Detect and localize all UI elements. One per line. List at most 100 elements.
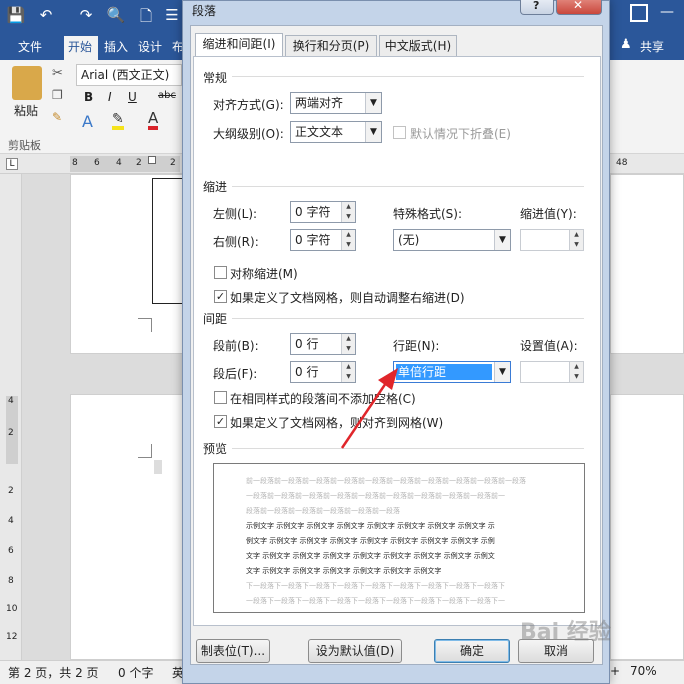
- chevron-down-icon[interactable]: ▼: [365, 93, 381, 113]
- alignment-label: 对齐方式(G):: [213, 98, 284, 112]
- ruler-number: 2: [170, 158, 176, 168]
- outline-level-value: 正文文本: [295, 125, 344, 139]
- preview-sample-line: 例文字 示例文字 示例文字 示例文字 示例文字 示例文字 示例文字 示例文字 示…: [246, 537, 495, 545]
- divider: [232, 318, 584, 319]
- clipboard-group-label: 剪贴板: [8, 139, 41, 152]
- preview-previous-line: 前一段落前一段落前一段落前一段落前一段落前一段落前一段落前一段落前一段落前一段落: [246, 477, 526, 485]
- line-spacing-select[interactable]: 单倍行距 ▼: [393, 361, 511, 383]
- status-words[interactable]: 0 个字: [118, 664, 153, 681]
- font-name-box[interactable]: Arial (西文正文): [76, 64, 182, 86]
- collapse-checkbox[interactable]: [393, 126, 406, 139]
- chevron-down-icon[interactable]: ▼: [365, 122, 381, 142]
- space-before-input[interactable]: 0 行 ▲ ▼: [290, 333, 356, 355]
- space-before-label: 段前(B):: [213, 339, 259, 353]
- tab-insert[interactable]: 插入: [104, 38, 128, 55]
- indent-right-input[interactable]: 0 字符 ▲ ▼: [290, 229, 356, 251]
- zoom-level[interactable]: 70%: [630, 664, 657, 678]
- outline-level-select[interactable]: 正文文本 ▼: [290, 121, 382, 143]
- indent-right-value: 0 字符: [295, 233, 331, 247]
- spacing-at-label: 设置值(A):: [520, 339, 578, 353]
- section-spacing: 间距: [203, 312, 228, 326]
- ruler-margin: [70, 156, 180, 172]
- spin-down-icon[interactable]: ▼: [341, 344, 355, 354]
- preview-next-line: 下一段落下一段落下一段落下一段落下一段落下一段落下一段落下一段落下一段落下: [246, 582, 505, 590]
- underline-button[interactable]: U: [128, 90, 137, 104]
- spin-down-icon[interactable]: ▼: [341, 240, 355, 250]
- cut-icon[interactable]: ✂: [52, 66, 63, 81]
- format-painter-icon[interactable]: ✎: [52, 110, 62, 124]
- print-preview-icon[interactable]: 🔍: [104, 6, 128, 24]
- spin-down-icon[interactable]: ▼: [569, 240, 583, 250]
- strikethrough-button[interactable]: abc: [158, 90, 176, 101]
- highlight-icon[interactable]: ✎: [112, 112, 124, 130]
- tab-design[interactable]: 设计: [138, 38, 162, 55]
- tab-indents-spacing[interactable]: 缩进和间距(I): [195, 33, 283, 57]
- mirror-indents-checkbox[interactable]: [214, 266, 227, 279]
- tab-home[interactable]: 开始: [68, 38, 92, 55]
- tab-asian-typography[interactable]: 中文版式(H): [379, 35, 457, 57]
- ok-button[interactable]: 确定: [434, 639, 510, 663]
- space-before-value: 0 行: [295, 337, 319, 351]
- zoom-plus-icon[interactable]: +: [610, 664, 620, 678]
- spin-up-icon[interactable]: ▲: [569, 362, 583, 372]
- dialog-title: 段落: [192, 4, 217, 18]
- outline-level-label: 大纲级别(O):: [213, 127, 284, 141]
- tabs-button[interactable]: 制表位(T)...: [196, 639, 270, 663]
- section-preview: 预览: [203, 442, 228, 456]
- indent-left-input[interactable]: 0 字符 ▲ ▼: [290, 201, 356, 223]
- page-2[interactable]: [70, 394, 188, 660]
- help-icon[interactable]: ?: [533, 0, 539, 12]
- open-icon[interactable]: ☰: [160, 6, 184, 24]
- no-space-same-style-checkbox[interactable]: [214, 391, 227, 404]
- spin-down-icon[interactable]: ▼: [569, 372, 583, 382]
- spacing-at-input[interactable]: ▲ ▼: [520, 361, 584, 383]
- spin-up-icon[interactable]: ▲: [341, 334, 355, 344]
- status-page[interactable]: 第 2 页，共 2 页: [8, 664, 99, 681]
- preview-next-line: 一段落下一段落下一段落下一段落下一段落下一段落下一段落下一段落下一段落下一: [246, 597, 505, 605]
- ribbon-display-icon[interactable]: [630, 4, 648, 22]
- ruler-number: 4: [116, 158, 122, 168]
- save-icon[interactable]: 💾: [4, 6, 28, 24]
- watermark-logo: Bai 经验: [520, 620, 611, 645]
- indent-by-label: 缩进值(Y):: [520, 207, 577, 221]
- redo-icon[interactable]: ↷: [74, 6, 98, 24]
- divider: [232, 76, 584, 77]
- set-default-button[interactable]: 设为默认值(D): [308, 639, 402, 663]
- spin-down-icon[interactable]: ▼: [341, 212, 355, 222]
- text-effects-icon[interactable]: A: [82, 112, 93, 131]
- page-1-right: [610, 174, 684, 354]
- person-icon: ♟: [620, 37, 632, 52]
- new-document-icon[interactable]: 🗋: [134, 6, 158, 31]
- italic-button[interactable]: I: [108, 90, 112, 104]
- spin-up-icon[interactable]: ▲: [341, 202, 355, 212]
- chevron-down-icon[interactable]: ▼: [494, 230, 510, 250]
- chevron-down-icon[interactable]: ▼: [494, 362, 510, 382]
- close-icon[interactable]: ✕: [573, 0, 583, 12]
- indent-right-label: 右侧(R):: [213, 235, 259, 249]
- indent-left-value: 0 字符: [295, 205, 331, 219]
- vruler-number: 2: [8, 486, 14, 496]
- indent-marker[interactable]: [148, 156, 156, 164]
- snap-to-grid-checkbox[interactable]: ✓: [214, 415, 227, 428]
- tab-file[interactable]: 文件: [18, 38, 42, 55]
- indent-by-input[interactable]: ▲ ▼: [520, 229, 584, 251]
- vruler-number: 12: [6, 632, 18, 642]
- undo-icon[interactable]: ↶: [34, 6, 58, 24]
- paste-label: 粘贴: [14, 104, 39, 118]
- tab-line-page-breaks[interactable]: 换行和分页(P): [285, 35, 377, 57]
- special-format-select[interactable]: (无) ▼: [393, 229, 511, 251]
- font-color-icon[interactable]: A: [148, 110, 159, 130]
- bold-button[interactable]: B: [84, 90, 93, 104]
- share-button[interactable]: 共享: [640, 38, 664, 55]
- copy-icon[interactable]: ❐: [52, 88, 63, 102]
- tab-stop-selector-icon[interactable]: L: [6, 158, 18, 170]
- divider: [232, 186, 584, 187]
- alignment-select[interactable]: 两端对齐 ▼: [290, 92, 382, 114]
- spin-up-icon[interactable]: ▲: [341, 230, 355, 240]
- minimize-icon[interactable]: —: [660, 4, 674, 20]
- vruler-number: 8: [8, 576, 14, 586]
- section-general: 常规: [203, 71, 228, 85]
- paste-icon[interactable]: [12, 66, 42, 100]
- auto-adjust-checkbox[interactable]: ✓: [214, 290, 227, 303]
- spin-up-icon[interactable]: ▲: [569, 230, 583, 240]
